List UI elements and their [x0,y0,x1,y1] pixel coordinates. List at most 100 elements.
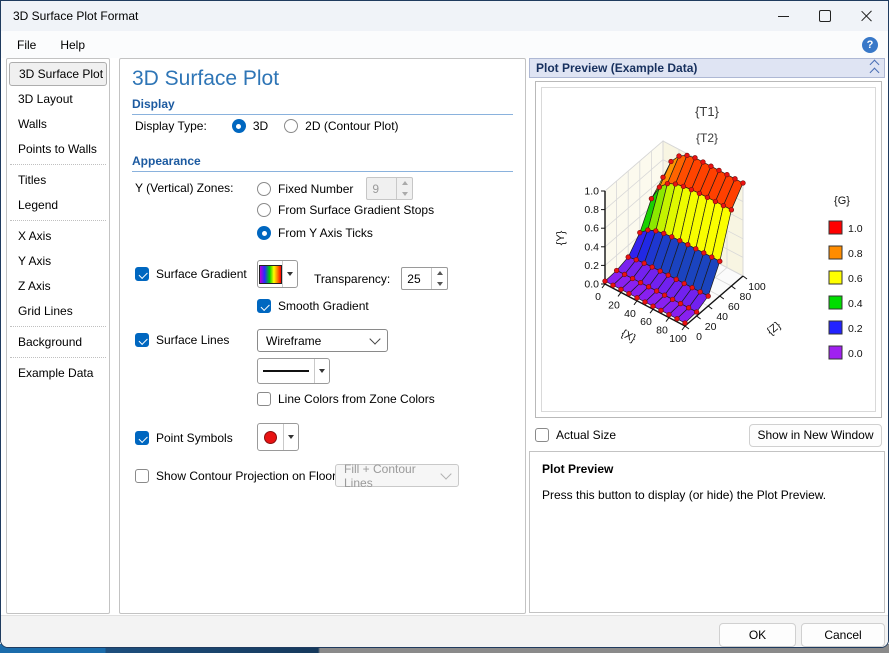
point-symbol-caret-icon[interactable] [283,424,298,450]
radio-gradient-stops[interactable] [257,203,271,217]
preview-info-title: Plot Preview [542,462,614,476]
menu-file[interactable]: File [17,38,36,52]
svg-text:0: 0 [595,291,601,303]
contour-mode-dropdown: Fill + Contour Lines [335,462,459,490]
point-symbol-swatch [258,424,283,450]
line-colors-row: Line Colors from Zone Colors [257,392,435,406]
transparency-spin-buttons[interactable] [431,268,447,289]
sidebar-item-x-axis[interactable]: X Axis [9,224,107,248]
spin-down-icon[interactable] [432,279,447,290]
sidebar-item-legend[interactable]: Legend [9,193,107,217]
titlebar: 3D Surface Plot Format [1,1,888,31]
spin-up-icon [397,178,412,189]
gradient-swatch [258,261,282,287]
sidebar-item-walls[interactable]: Walls [9,112,107,136]
radio-gradient-stops-label: From Surface Gradient Stops [278,203,435,217]
sidebar-item-points-to-walls[interactable]: Points to Walls [9,137,107,161]
actual-size-row: Actual Size Show in New Window [535,422,882,448]
settings-panel: 3D Surface Plot Display Display Type: 3D… [119,58,526,614]
svg-text:0.0: 0.0 [848,348,863,360]
svg-text:80: 80 [656,325,668,337]
svg-text:0.8: 0.8 [584,204,599,216]
minimize-button[interactable] [762,1,804,31]
surface-lines-row: Surface Lines [135,333,229,347]
spin-up-icon[interactable] [432,268,447,279]
maximize-icon [819,10,831,22]
chevron-down-icon [440,467,452,480]
radio-2d[interactable] [284,119,299,133]
close-icon [861,10,873,22]
sidebar-item-background[interactable]: Background [9,330,107,354]
preview-panel: Plot Preview (Example Data) 0.0 0.2 0.4 0.6… [529,58,885,614]
dialog-footer: OK Cancel [1,615,888,647]
radio-3d-label: 3D [252,119,269,133]
fixed-number-spin-buttons [396,178,412,199]
display-type-label: Display Type: [135,119,207,133]
svg-text:60: 60 [728,301,740,313]
sidebar-item-z-axis[interactable]: Z Axis [9,274,107,298]
close-button[interactable] [846,1,888,31]
show-in-new-window-button[interactable]: Show in New Window [749,423,882,447]
sidebar-item-3d-surface-plot[interactable]: 3D Surface Plot [9,62,107,86]
sidebar-item-grid-lines[interactable]: Grid Lines [9,299,107,323]
line-style-button[interactable] [257,358,330,384]
maximize-button[interactable] [804,1,846,31]
svg-text:0.6: 0.6 [584,223,599,235]
zones-option-gradient-stops: From Surface Gradient Stops [257,203,434,217]
sidebar-nav: 3D Surface Plot 3D Layout Walls Points to W… [6,58,110,614]
ok-button[interactable]: OK [719,623,796,647]
section-header-display: Display [132,97,513,115]
surface-lines-style-dropdown[interactable]: Wireframe [257,329,388,352]
line-colors-checkbox[interactable] [257,392,271,406]
preview-info-box: Plot Preview Press this button to displa… [529,451,885,613]
page-title: 3D Surface Plot [132,67,280,90]
menu-help[interactable]: Help [60,38,85,52]
sidebar-item-y-axis[interactable]: Y Axis [9,249,107,273]
svg-text:1.0: 1.0 [848,223,863,235]
surface-gradient-checkbox[interactable] [135,267,149,281]
svg-text:40: 40 [624,308,636,320]
line-style-caret-icon[interactable] [314,359,329,383]
gradient-picker-button[interactable] [257,260,298,288]
transparency-value[interactable]: 25 [402,268,431,289]
sidebar-item-3d-layout[interactable]: 3D Layout [9,87,107,111]
gradient-caret-icon[interactable] [282,261,297,287]
actual-size-checkbox[interactable] [535,428,549,442]
preview-header: Plot Preview (Example Data) [529,58,885,78]
contour-projection-checkbox[interactable] [135,469,149,483]
minimize-icon [777,15,789,17]
zones-label-row: Y (Vertical) Zones: [135,181,233,195]
section-header-appearance: Appearance [132,154,513,172]
sidebar-item-example-data[interactable]: Example Data [9,361,107,385]
transparency-label: Transparency: [314,271,391,286]
point-symbol-button[interactable] [257,423,299,451]
surface-lines-checkbox[interactable] [135,333,149,347]
sidebar-item-titles[interactable]: Titles [9,168,107,192]
point-symbols-label: Point Symbols [156,431,233,445]
svg-text:0.8: 0.8 [848,248,863,260]
svg-text:20: 20 [608,299,620,311]
transparency-spinner[interactable]: 25 [401,267,449,290]
svg-text:0.4: 0.4 [584,241,599,253]
collapse-icon[interactable] [869,59,880,77]
help-icon[interactable]: ? [862,36,878,53]
svg-text:0.0: 0.0 [584,279,599,291]
fixed-number-spinner: 9 [366,177,414,200]
svg-text:{Y}: {Y} [555,230,567,245]
sidebar-separator [10,164,106,165]
surface-lines-style-value: Wireframe [266,333,322,348]
radio-3d[interactable] [231,119,246,133]
svg-text:100: 100 [669,333,687,345]
cancel-button[interactable]: Cancel [801,623,885,647]
display-type-row: Display Type: 3D 2D (Contour Plot) [135,119,399,133]
svg-text:0.6: 0.6 [848,273,863,285]
actual-size-label: Actual Size [556,428,617,442]
sidebar-separator [10,357,106,358]
radio-fixed-number[interactable] [257,181,271,196]
svg-text:{X}: {X} [619,328,638,346]
window-title: 3D Surface Plot Format [13,9,139,23]
chevron-down-icon [369,332,381,345]
smooth-gradient-checkbox[interactable] [257,299,271,313]
radio-y-axis-ticks[interactable] [257,226,271,240]
point-symbols-checkbox[interactable] [135,431,149,445]
